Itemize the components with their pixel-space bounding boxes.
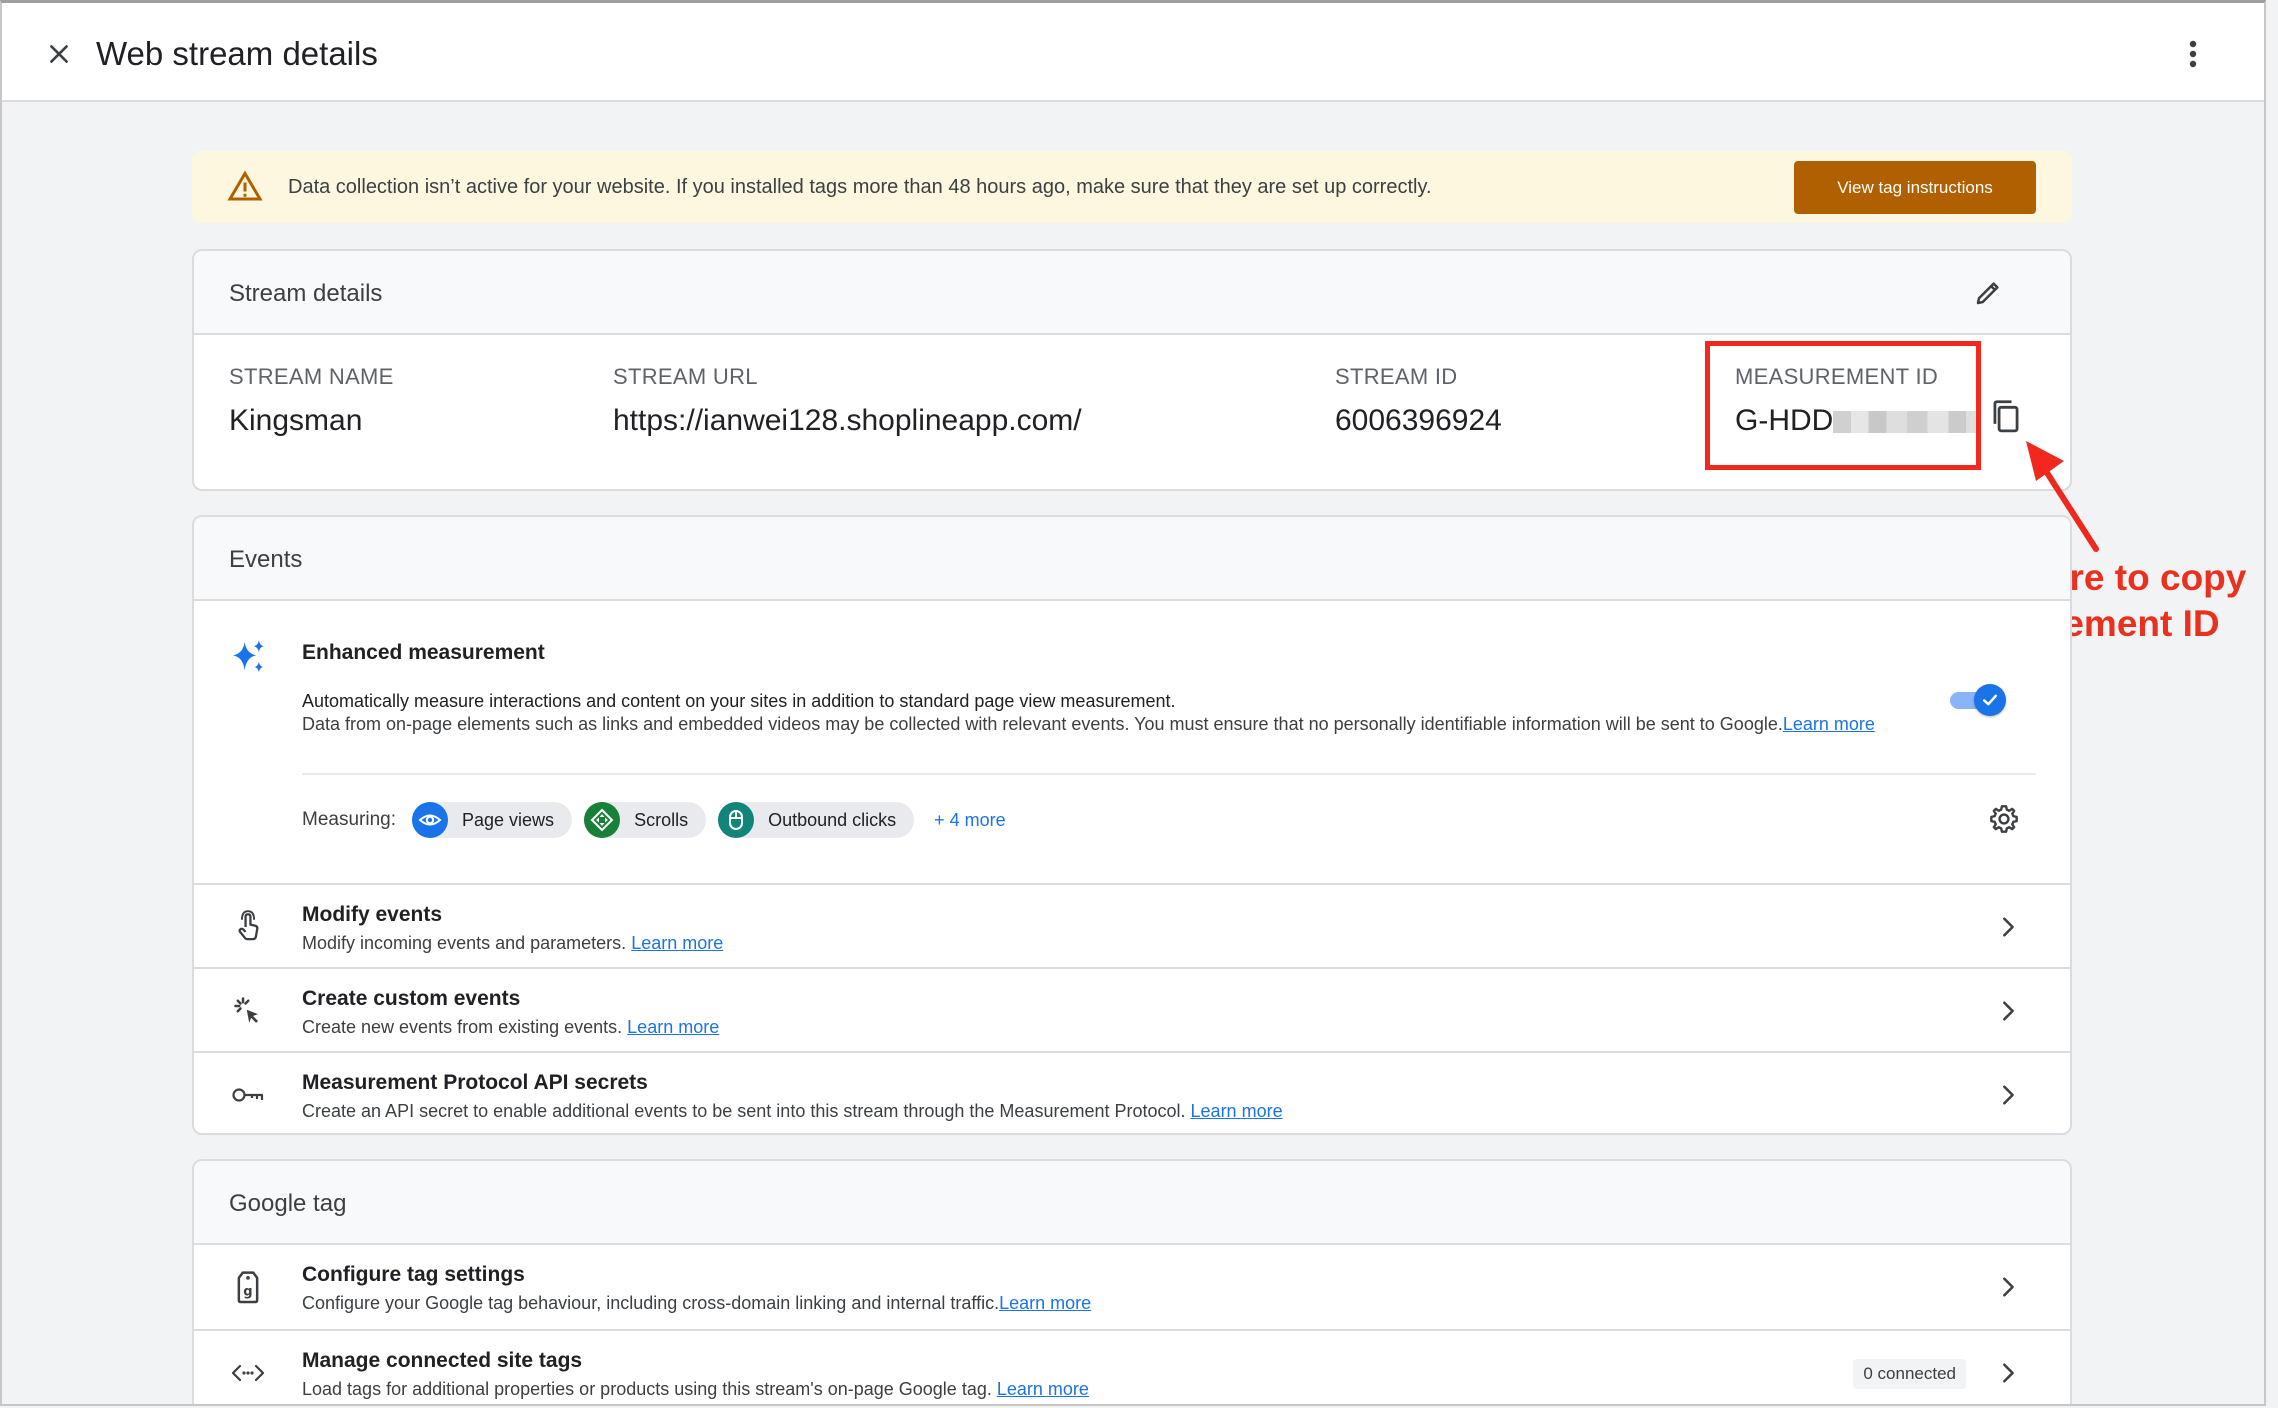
create-custom-events-subtitle: Create new events from existing events. … xyxy=(302,1017,720,1037)
enhanced-measurement-notice: Data from on-page elements such as links… xyxy=(302,714,1875,734)
stream-details-heading: Stream details xyxy=(229,280,383,307)
create-custom-events-learn-more-link[interactable]: Learn more xyxy=(627,1017,719,1037)
divider xyxy=(302,773,2036,775)
chip-outbound-clicks: Outbound clicks xyxy=(718,802,915,838)
key-icon xyxy=(228,1075,268,1115)
enhanced-measurement-toggle[interactable] xyxy=(1950,683,2006,717)
manage-connected-site-tags-learn-more-link[interactable]: Learn more xyxy=(997,1379,1089,1399)
page-title: Web stream details xyxy=(96,35,378,72)
data-collection-warning-banner: Data collection isn’t active for your we… xyxy=(192,151,2072,223)
cursor-click-icon xyxy=(228,991,268,1031)
copy-icon xyxy=(1993,400,2019,433)
banner-message: Data collection isn’t active for your we… xyxy=(288,176,1432,198)
stream-name-value: Kingsman xyxy=(229,404,363,437)
enhanced-measurement-settings-button[interactable] xyxy=(1984,799,2024,839)
chevron-right-icon xyxy=(1992,995,2024,1027)
chevron-right-icon xyxy=(1992,1079,2024,1111)
sparkle-icon xyxy=(233,640,264,672)
view-tag-instructions-button[interactable]: View tag instructions xyxy=(1794,161,2036,214)
events-card: Events Enhanced measurement Automaticall… xyxy=(192,515,2072,1135)
eye-icon xyxy=(412,802,448,838)
toggle-knob xyxy=(1974,684,2006,716)
measuring-chips: Measuring: Page views Scrolls Outbound c… xyxy=(302,801,1006,839)
edit-stream-button[interactable] xyxy=(1968,273,2008,313)
code-icon xyxy=(228,1353,268,1393)
enhanced-measurement-learn-more-link[interactable]: Learn more xyxy=(1783,714,1875,734)
touch-icon xyxy=(228,907,268,947)
pencil-icon xyxy=(1976,282,1999,305)
events-header: Events xyxy=(194,517,2070,601)
google-tag-card: Google tag g Configure tag settings Conf… xyxy=(192,1159,2072,1404)
connected-count-badge: 0 connected xyxy=(1853,1359,1966,1389)
mouse-icon xyxy=(718,802,755,838)
manage-connected-site-tags-subtitle: Load tags for additional properties or p… xyxy=(302,1379,1089,1399)
google-tag-heading: Google tag xyxy=(229,1190,347,1217)
stream-id-value: 6006396924 xyxy=(1335,404,1502,437)
check-icon xyxy=(1982,694,1998,706)
chevron-right-icon xyxy=(1992,911,2024,943)
stream-id-label: STREAM ID xyxy=(1335,364,1458,389)
measurement-protocol-learn-more-link[interactable]: Learn more xyxy=(1191,1101,1283,1121)
stream-details-header: Stream details xyxy=(194,251,2070,335)
warning-icon xyxy=(227,170,263,201)
events-heading: Events xyxy=(229,546,303,573)
measurement-protocol-subtitle: Create an API secret to enable additiona… xyxy=(302,1101,1283,1121)
scroll-icon xyxy=(584,802,621,838)
enhanced-measurement-title: Enhanced measurement xyxy=(302,641,545,664)
stream-id-field: STREAM ID 6006396924 xyxy=(1335,363,1502,441)
more-options-button[interactable] xyxy=(2172,33,2214,75)
modify-events-learn-more-link[interactable]: Learn more xyxy=(631,933,723,953)
app-window: Web stream details Data collection isn’t… xyxy=(0,0,2266,1406)
chevron-right-icon xyxy=(1992,1357,2024,1389)
measurement-id-highlight-box xyxy=(1705,341,1981,470)
measurement-protocol-title: Measurement Protocol API secrets xyxy=(302,1071,648,1094)
configure-tag-settings-learn-more-link[interactable]: Learn more xyxy=(999,1293,1091,1313)
stream-name-label: STREAM NAME xyxy=(229,364,394,389)
stream-url-field: STREAM URL https://ianwei128.shoplineapp… xyxy=(613,363,1082,441)
close-button[interactable] xyxy=(38,33,80,75)
modify-events-subtitle: Modify incoming events and parameters. L… xyxy=(302,933,724,953)
chip-page-views: Page views xyxy=(412,802,573,838)
manage-connected-site-tags-row[interactable]: Manage connected site tags Load tags for… xyxy=(194,1329,2070,1404)
measurement-protocol-row[interactable]: Measurement Protocol API secrets Create … xyxy=(194,1051,2070,1133)
configure-tag-settings-row[interactable]: g Configure tag settings Configure your … xyxy=(194,1245,2070,1329)
google-tag-header: Google tag xyxy=(194,1161,2070,1245)
enhanced-measurement-desc: Automatically measure interactions and c… xyxy=(302,691,1176,711)
stream-url-label: STREAM URL xyxy=(613,364,758,389)
create-custom-events-row[interactable]: Create custom events Create new events f… xyxy=(194,967,2070,1051)
create-custom-events-title: Create custom events xyxy=(302,987,521,1010)
configure-tag-settings-subtitle: Configure your Google tag behaviour, inc… xyxy=(302,1293,1092,1313)
close-icon xyxy=(50,45,68,63)
modify-events-row[interactable]: Modify events Modify incoming events and… xyxy=(194,883,2070,967)
top-bar: Web stream details xyxy=(2,3,2264,102)
modify-events-title: Modify events xyxy=(302,903,443,926)
manage-connected-site-tags-title: Manage connected site tags xyxy=(302,1349,583,1372)
more-vert-icon xyxy=(2189,40,2197,68)
svg-text:g: g xyxy=(243,1285,252,1300)
tag-icon: g xyxy=(228,1267,268,1307)
enhanced-measurement-section: Enhanced measurement Automatically measu… xyxy=(194,601,2070,883)
chevron-right-icon xyxy=(1992,1271,2024,1303)
configure-tag-settings-title: Configure tag settings xyxy=(302,1263,525,1286)
measuring-label: Measuring: xyxy=(302,809,396,830)
gear-icon xyxy=(1990,805,2018,833)
chip-scrolls: Scrolls xyxy=(584,802,707,838)
stream-url-value: https://ianwei128.shoplineapp.com/ xyxy=(613,404,1082,437)
more-measurements-link[interactable]: + 4 more xyxy=(934,810,1006,831)
stream-name-field: STREAM NAME Kingsman xyxy=(229,363,394,441)
